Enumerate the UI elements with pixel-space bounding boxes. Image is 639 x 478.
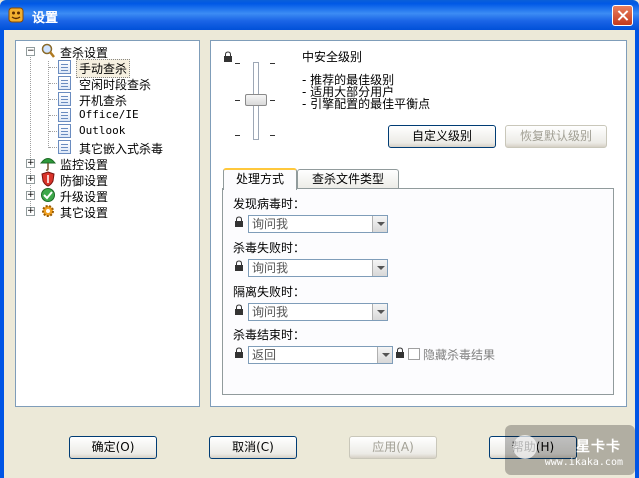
slider-tick — [235, 100, 240, 101]
found-virus-select[interactable]: 询问我 — [248, 215, 388, 233]
close-button[interactable] — [612, 5, 633, 26]
window-frame-right — [635, 30, 639, 478]
tree-item-label: Outlook — [79, 124, 126, 137]
settings-tree[interactable]: − 查杀设置 手动查杀 空闲时段查杀 开机查杀 Office/IE Outloo… — [15, 40, 200, 407]
slider-tick — [235, 63, 240, 64]
tree-item-idle-scan[interactable]: 空闲时段查杀 — [58, 75, 178, 92]
gear-icon — [42, 205, 54, 217]
tab-handling[interactable]: 处理方式 — [223, 168, 297, 190]
chevron-down-icon[interactable] — [372, 216, 387, 232]
hide-results-label: 隐藏杀毒结果 — [423, 348, 496, 362]
level-desc-line: - 引擎配置的最佳平衡点 — [302, 97, 431, 111]
scan-magnifier-icon — [41, 43, 55, 58]
tab-file-types[interactable]: 查杀文件类型 — [297, 169, 399, 189]
lock-icon — [235, 216, 243, 227]
collapse-icon[interactable]: − — [26, 47, 35, 56]
lock-icon — [235, 260, 243, 271]
select-value: 询问我 — [252, 261, 289, 275]
slider-thumb[interactable] — [245, 94, 267, 106]
tree-item-label: 其它设置 — [60, 206, 109, 220]
select-value: 询问我 — [252, 305, 289, 319]
watermark-url: www.ikaka.com — [544, 457, 623, 468]
window-title: 设置 — [32, 11, 59, 26]
ok-button[interactable]: 确定(O) — [69, 436, 157, 459]
tree-item-defense-settings[interactable]: + 防御设置 — [24, 171, 164, 188]
slider-tick — [270, 63, 275, 64]
tree-item-update-settings[interactable]: + 升级设置 — [24, 187, 164, 204]
slider-tick — [270, 135, 275, 136]
window-frame-left — [0, 30, 4, 478]
tree-item-scan-settings[interactable]: − 查杀设置 — [24, 43, 164, 60]
shield-icon — [41, 171, 55, 187]
chevron-down-icon[interactable] — [377, 347, 392, 363]
lock-icon — [224, 51, 232, 62]
tree-item-office-ie[interactable]: Office/IE — [58, 107, 178, 123]
page-icon — [58, 124, 71, 138]
umbrella-icon — [40, 158, 56, 171]
page-icon — [58, 60, 71, 74]
quarantine-fail-label: 隔离失败时： — [233, 285, 306, 299]
slider-tick — [270, 100, 275, 101]
page-icon — [58, 76, 71, 90]
apply-button[interactable]: 应用(A) — [349, 436, 437, 459]
chevron-down-icon[interactable] — [372, 260, 387, 276]
expand-icon[interactable]: + — [26, 159, 35, 168]
tree-item-boot-scan[interactable]: 开机查杀 — [58, 91, 178, 108]
tree-item-other-settings[interactable]: + 其它设置 — [24, 203, 164, 220]
tree-item-embedded-scan[interactable]: 其它嵌入式杀毒 — [58, 139, 188, 156]
cancel-button[interactable]: 取消(C) — [209, 436, 297, 459]
tree-item-monitor-settings[interactable]: + 监控设置 — [24, 155, 164, 172]
slider-tick — [235, 135, 240, 136]
tree-line — [48, 61, 49, 148]
expand-icon[interactable]: + — [26, 175, 35, 184]
chevron-down-icon[interactable] — [372, 304, 387, 320]
expand-icon[interactable]: + — [26, 191, 35, 200]
tree-item-label: Office/IE — [79, 108, 139, 121]
lock-icon — [235, 304, 243, 315]
app-logo-icon — [8, 7, 24, 23]
found-virus-label: 发现病毒时： — [233, 197, 306, 211]
tree-item-manual-scan[interactable]: 手动查杀 — [58, 59, 158, 78]
expand-icon[interactable]: + — [26, 207, 35, 216]
select-value: 返回 — [252, 348, 277, 362]
page-icon — [58, 92, 71, 106]
hide-results-checkbox[interactable] — [408, 348, 420, 360]
custom-level-button[interactable]: 自定义级别 — [388, 125, 496, 148]
tree-item-outlook[interactable]: Outlook — [58, 123, 178, 139]
kill-fail-label: 杀毒失败时： — [233, 241, 306, 255]
level-title: 中安全级别 — [302, 50, 363, 64]
select-value: 询问我 — [252, 217, 289, 231]
lock-icon — [235, 347, 243, 358]
page-icon — [58, 140, 71, 154]
lock-icon — [396, 347, 404, 358]
kill-fail-select[interactable]: 询问我 — [248, 259, 388, 277]
kill-end-label: 杀毒结束时： — [233, 328, 306, 342]
globe-update-icon — [41, 188, 55, 202]
quarantine-fail-select[interactable]: 询问我 — [248, 303, 388, 321]
watermark-logo-text: 星卡卡 — [576, 439, 621, 455]
restore-default-button[interactable]: 恢复默认级别 — [505, 125, 607, 148]
kill-end-select[interactable]: 返回 — [248, 346, 393, 364]
page-icon — [58, 108, 71, 122]
title-bar[interactable]: 设置 — [0, 0, 639, 30]
